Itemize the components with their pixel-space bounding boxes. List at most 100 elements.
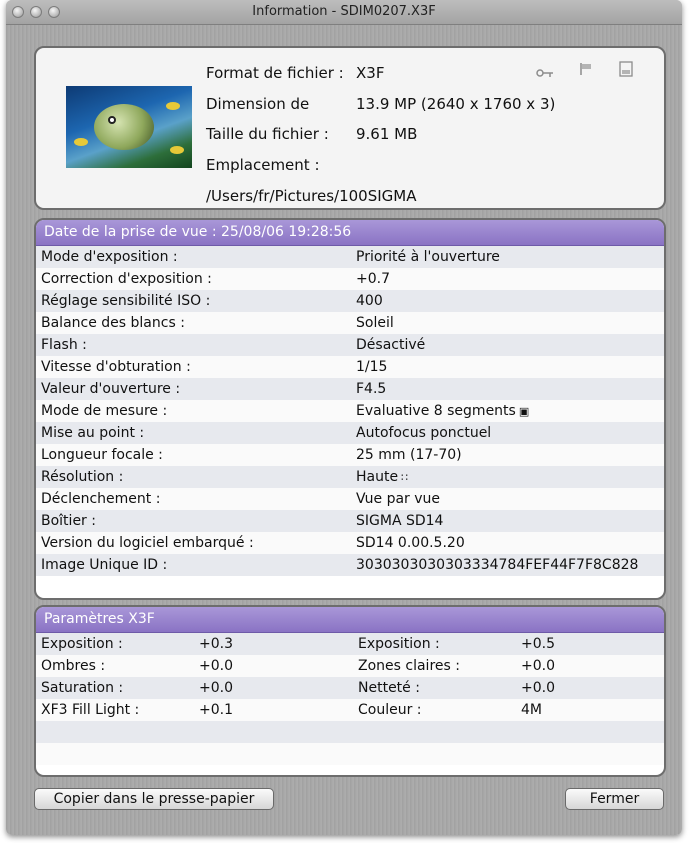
location-label: Emplacement : [206, 156, 320, 174]
exif-row: Résolution : Haute ∷ [36, 466, 664, 488]
exif-label: Réglage sensibilité ISO : [41, 293, 211, 309]
x3f-row: Exposition : +0.3 Exposition : +0.5 [36, 633, 664, 655]
x3f-value: +0.0 [199, 680, 233, 696]
exif-label: Mode de mesure : [41, 403, 168, 419]
x3f-table: Exposition : +0.3 Exposition : +0.5 Ombres :… [36, 633, 664, 765]
exif-value-text: Vue par vue [356, 491, 441, 507]
exif-label: Boîtier : [41, 513, 96, 529]
file-info-panel: Format de fichier : X3F Dimension de 13.… [34, 46, 666, 210]
exif-value-text: SIGMA SD14 [356, 513, 444, 529]
exif-value: Autofocus ponctuel [356, 422, 491, 444]
exif-value-text: 1/15 [356, 359, 388, 375]
exif-label: Correction d'exposition : [41, 271, 212, 287]
dimension-label: Dimension de [206, 95, 310, 113]
x3f-panel: Paramètres X3F Exposition : +0.3 Expositio… [34, 605, 666, 777]
x3f-label: Zones claires : [358, 658, 460, 674]
x3f-label: Saturation : [41, 680, 124, 696]
exif-label: Déclenchement : [41, 491, 161, 507]
format-label: Format de fichier : [206, 64, 344, 82]
flag-icon[interactable] [579, 62, 593, 80]
x3f-row: Ombres : +0.0 Zones claires : +0.0 [36, 655, 664, 677]
x3f-label: Netteté : [358, 680, 420, 696]
exif-value: Désactivé [356, 334, 425, 356]
exif-value: F4.5 [356, 378, 386, 400]
exif-row: Mode d'exposition : Priorité à l'ouvertur… [36, 246, 664, 268]
exif-row: Balance des blancs : Soleil [36, 312, 664, 334]
exif-row: Mise au point : Autofocus ponctuel [36, 422, 664, 444]
resolution-icon: ∷ [401, 471, 409, 484]
exif-row: Mode de mesure : Evaluative 8 segments ▣ [36, 400, 664, 422]
exif-table: Mode d'exposition : Priorité à l'ouvertur… [36, 246, 664, 576]
format-value: X3F [356, 64, 385, 82]
key-icon[interactable] [536, 66, 554, 82]
exif-value: SIGMA SD14 [356, 510, 443, 532]
x3f-empty-row [36, 743, 664, 765]
exif-value: +0.7 [356, 268, 390, 290]
exif-label: Flash : [41, 337, 87, 353]
exif-value-text: Evaluative 8 segments [356, 403, 516, 419]
exif-value: Haute ∷ [356, 466, 408, 489]
exif-value: 25 mm (17-70) [356, 444, 462, 466]
exif-row: Réglage sensibilité ISO : 400 [36, 290, 664, 312]
x3f-value: +0.0 [521, 680, 555, 696]
x3f-row: XF3 Fill Light : +0.1 Couleur : 4M [36, 699, 664, 721]
info-window: Information - SDIM0207.X3F Format de fic… [6, 0, 682, 835]
exif-label: Vitesse d'obturation : [41, 359, 191, 375]
exif-row: Vitesse d'obturation : 1/15 [36, 356, 664, 378]
exif-label: Résolution : [41, 469, 124, 485]
image-thumbnail [66, 86, 192, 168]
metering-icon: ▣ [518, 405, 530, 418]
x3f-label: Exposition : [41, 636, 123, 652]
exif-row: Déclenchement : Vue par vue [36, 488, 664, 510]
exif-row: Correction d'exposition : +0.7 [36, 268, 664, 290]
x3f-value: +0.5 [521, 636, 555, 652]
x3f-label: XF3 Fill Light : [41, 702, 140, 718]
copy-to-clipboard-button[interactable]: Copier dans le presse-papier [34, 788, 274, 810]
x3f-empty-row [36, 721, 664, 743]
x3f-row: Saturation : +0.0 Netteté : +0.0 [36, 677, 664, 699]
exif-value-text: Haute [356, 469, 399, 485]
exif-value-text: Priorité à l'ouverture [356, 249, 500, 265]
exif-value-text: F4.5 [356, 381, 387, 397]
x3f-header: Paramètres X3F [36, 607, 664, 633]
window-title: Information - SDIM0207.X3F [252, 4, 436, 19]
x3f-value: +0.3 [199, 636, 233, 652]
exif-value: 1/15 [356, 356, 387, 378]
close-button[interactable]: Fermer [565, 788, 664, 810]
exif-value-text: SD14 0.00.5.20 [356, 535, 465, 551]
exif-value-text: Désactivé [356, 337, 426, 353]
exif-value-text: 400 [356, 293, 383, 309]
x3f-value: +0.1 [199, 702, 233, 718]
exif-value: 3030303030303334784FEF44F7F8C828 [356, 554, 638, 576]
exif-label: Mise au point : [41, 425, 145, 441]
exif-label: Valeur d'ouverture : [41, 381, 181, 397]
x3f-label: Couleur : [358, 702, 422, 718]
location-value: /Users/fr/Pictures/100SIGMA [206, 187, 417, 205]
exif-label: Longueur focale : [41, 447, 163, 463]
file-size-label: Taille du fichier : [206, 125, 329, 143]
exif-header: Date de la prise de vue : 25/08/06 19:28… [36, 220, 664, 246]
disk-icon[interactable] [619, 61, 633, 81]
exif-value: 400 [356, 290, 383, 312]
exif-label: Version du logiciel embarqué : [41, 535, 254, 551]
x3f-value: 4M [521, 702, 542, 718]
x3f-value: +0.0 [521, 658, 555, 674]
exif-value-text: 25 mm (17-70) [356, 447, 462, 463]
title-bar: Information - SDIM0207.X3F [6, 0, 682, 25]
file-size-value: 9.61 MB [356, 125, 418, 143]
exif-panel: Date de la prise de vue : 25/08/06 19:28… [34, 218, 666, 600]
exif-value: Vue par vue [356, 488, 440, 510]
exif-row: Image Unique ID : 3030303030303334784FEF4… [36, 554, 664, 576]
exif-row: Boîtier : SIGMA SD14 [36, 510, 664, 532]
exif-row: Valeur d'ouverture : F4.5 [36, 378, 664, 400]
exif-value-text: 3030303030303334784FEF44F7F8C828 [356, 557, 639, 573]
exif-row: Flash : Désactivé [36, 334, 664, 356]
dimension-value: 13.9 MP (2640 x 1760 x 3) [356, 95, 556, 113]
exif-value: Evaluative 8 segments ▣ [356, 400, 529, 423]
exif-label: Mode d'exposition : [41, 249, 178, 265]
exif-value-text: +0.7 [356, 271, 390, 287]
exif-value-text: Autofocus ponctuel [356, 425, 492, 441]
x3f-value: +0.0 [199, 658, 233, 674]
exif-value: SD14 0.00.5.20 [356, 532, 465, 554]
exif-label: Balance des blancs : [41, 315, 185, 331]
